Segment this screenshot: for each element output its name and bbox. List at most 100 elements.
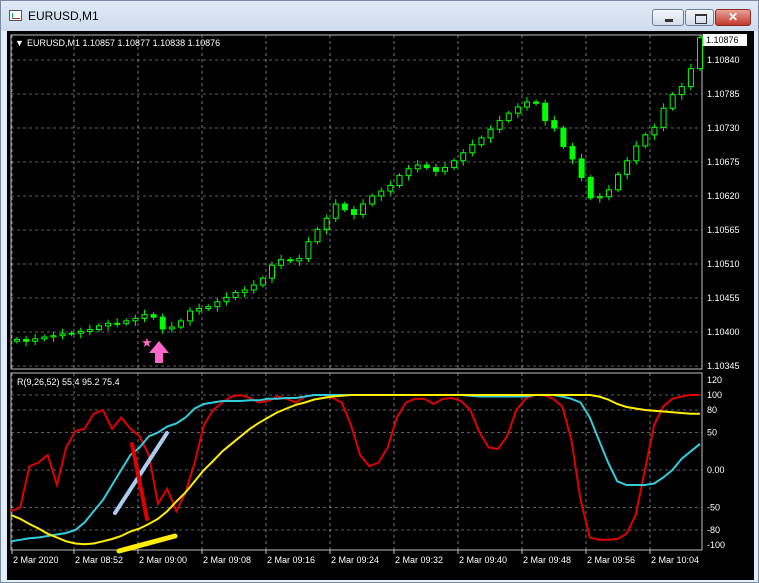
time-tick-label: 2 Mar 09:00: [139, 555, 187, 565]
candle-body: [542, 102, 549, 122]
candle-body: [350, 209, 357, 216]
minimize-button[interactable]: [652, 9, 684, 26]
price-tick-label: 1.10730: [707, 123, 740, 133]
candle-body: [697, 37, 703, 70]
candle-body: [205, 306, 212, 310]
candle-body: [387, 184, 394, 192]
candle-body: [505, 112, 512, 122]
close-icon: ✕: [727, 10, 739, 24]
symbol-info-line: EURUSD,M1 1.10857 1.10877 1.10838 1.1087…: [27, 38, 220, 48]
time-tick-label: 2 Mar 09:40: [459, 555, 507, 565]
candle-body: [41, 336, 48, 340]
indicator-line: [10, 393, 700, 541]
indicator-tick-label: -80: [707, 525, 720, 535]
candle-body: [341, 203, 348, 211]
candlesticks: [14, 35, 703, 347]
indicator-tick-label: 50: [707, 428, 717, 438]
candle-body: [460, 152, 467, 162]
candle-body: [451, 160, 458, 169]
candle-body: [405, 168, 412, 177]
candle-body: [551, 120, 558, 129]
current-price-tag: 1.10876: [703, 34, 747, 46]
price-tick-label: 1.10510: [707, 259, 740, 269]
chart-canvas[interactable]: ★ ▼ EURUSD,M1 1.10857 1.10877 1.10838 1.…: [7, 31, 754, 580]
indicator-tick-label: 0.00: [707, 465, 725, 475]
annotations: ★: [113, 336, 178, 554]
close-button[interactable]: ✕: [715, 9, 751, 26]
price-tick-label: 1.10840: [707, 55, 740, 65]
candle-body: [105, 322, 112, 327]
candle-body: [14, 338, 20, 342]
candle-body: [478, 137, 485, 146]
candle-body: [278, 259, 285, 266]
time-axis: 2 Mar 2020 2 Mar 08:52 2 Mar 09:00 2 Mar 09…: [11, 550, 699, 565]
candle-body: [332, 203, 339, 219]
candle-body: [168, 326, 175, 330]
price-tick-label: 1.10345: [707, 361, 740, 371]
indicator-axis: 120 100 80 50 0.00 -50 -80 -100: [707, 375, 725, 550]
candle-body: [23, 338, 30, 342]
candle-body: [305, 241, 312, 259]
candle-body: [86, 329, 93, 332]
candle-body: [314, 228, 321, 243]
candle-body: [77, 330, 84, 334]
candle-body: [132, 317, 139, 322]
maximize-button[interactable]: [685, 9, 714, 26]
indicator-tick-label: 120: [707, 375, 722, 385]
candle-body: [487, 128, 494, 139]
candle-body: [687, 68, 694, 88]
candle-body: [596, 196, 603, 199]
candle-body: [159, 316, 166, 330]
price-tick-label: 1.10785: [707, 89, 740, 99]
time-tick-label: 2 Mar 09:32: [395, 555, 443, 565]
candle-body: [624, 160, 631, 175]
annotation-yellow-stroke: [116, 533, 178, 554]
time-tick-label: 2 Mar 09:16: [267, 555, 315, 565]
candle-body: [259, 277, 266, 286]
indicator-tick-label: -100: [707, 540, 725, 550]
time-tick-label: 2 Mar 08:52: [75, 555, 123, 565]
candle-body: [241, 289, 248, 293]
candle-body: [268, 264, 275, 279]
indicator-tick-label: -50: [707, 503, 720, 513]
price-axis: 1.10840 1.10785 1.10730 1.10675 1.10620 1.105…: [707, 55, 740, 371]
main-chart-frame: [10, 34, 703, 370]
indicator-grid: [11, 373, 702, 550]
candle-body: [660, 107, 667, 128]
indicator-frame: [10, 372, 703, 551]
candle-body: [141, 314, 148, 319]
candle-body: [250, 284, 257, 291]
maximize-icon: [686, 10, 713, 25]
window-title: EURUSD,M1: [28, 9, 99, 23]
candle-body: [533, 101, 540, 104]
candle-body: [59, 333, 66, 337]
candle-body: [651, 126, 658, 136]
candle-body: [369, 195, 376, 205]
minimize-icon: [653, 10, 683, 25]
price-tick-label: 1.10455: [707, 293, 740, 303]
indicator-line: [10, 394, 701, 543]
candle-body: [396, 175, 403, 186]
title-bar[interactable]: EURUSD,M1 ✕: [1, 1, 758, 31]
candle-body: [150, 314, 157, 318]
time-tick-label: 2 Mar 09:08: [203, 555, 251, 565]
candle-body: [187, 310, 194, 322]
time-tick-label: 2 Mar 10:04: [651, 555, 699, 565]
candle-body: [496, 120, 503, 130]
chart-svg[interactable]: ★ ▼ EURUSD,M1 1.10857 1.10877 1.10838 1.…: [7, 31, 754, 580]
main-grid: [11, 35, 702, 369]
price-tick-label: 1.10620: [707, 191, 740, 201]
current-price-label: 1.10876: [706, 35, 739, 45]
indicator-line: [10, 394, 700, 546]
time-tick-label: 2 Mar 09:24: [331, 555, 379, 565]
candle-body: [633, 145, 640, 162]
dropdown-triangle-icon[interactable]: ▼: [15, 38, 24, 48]
candle-body: [296, 257, 303, 262]
candle-body: [95, 325, 102, 331]
candle-body: [669, 94, 676, 109]
candle-body: [378, 190, 385, 197]
candle-body: [214, 301, 221, 308]
price-tick-label: 1.10675: [707, 157, 740, 167]
candle-body: [642, 134, 649, 147]
candle-body: [32, 338, 39, 342]
